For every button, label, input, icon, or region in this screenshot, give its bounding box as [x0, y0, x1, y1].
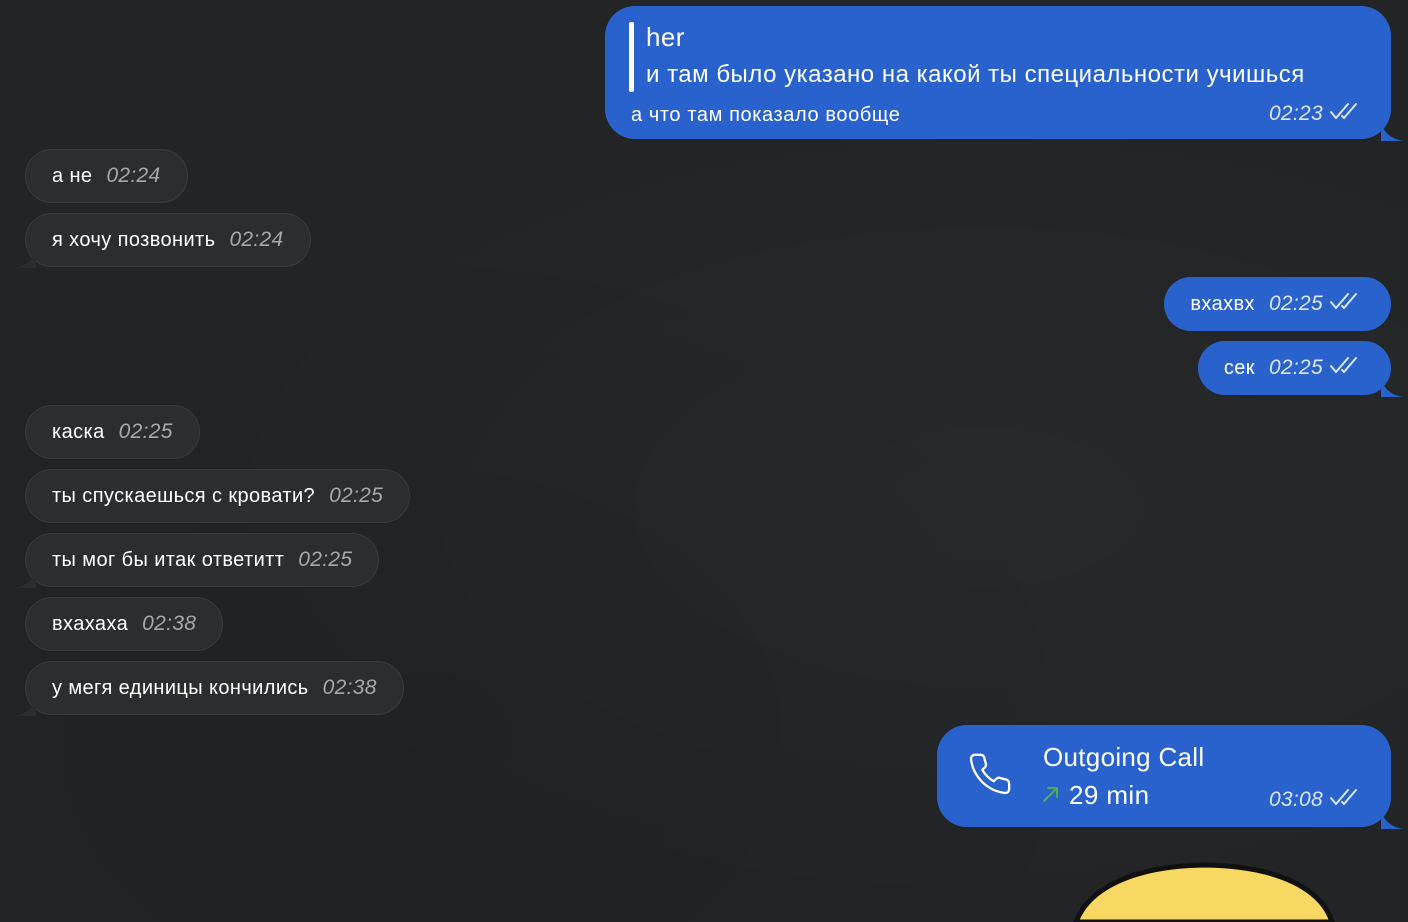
incoming-message[interactable]: а не 02:24 [25, 149, 188, 203]
message-text: ты спускаешься с кровати? [52, 484, 316, 507]
bubble-tail [1381, 123, 1403, 141]
double-check-icon [1329, 291, 1361, 317]
message-time: 02:24 [229, 228, 284, 251]
message-text: ты мог бы итак ответитт [52, 548, 285, 571]
bubble-tail [1381, 811, 1403, 829]
message-time: 02:25 [118, 420, 173, 443]
message-text: сек [1223, 356, 1255, 379]
message-text: вхахвх [1190, 292, 1255, 315]
message-text: а не [52, 164, 93, 187]
message-text: вхахаха [52, 612, 129, 635]
reply-quoted-text[interactable]: и там было указано на какой ты специальн… [646, 61, 1305, 89]
message-meta: 02:23 [1269, 101, 1361, 127]
bubble-tail [14, 250, 36, 268]
outgoing-arrow-icon [1041, 780, 1061, 811]
sticker-image[interactable] [1070, 860, 1340, 922]
message-meta: 03:08 [1269, 787, 1361, 813]
incoming-message[interactable]: ты спускаешься с кровати? 02:25 [25, 469, 411, 523]
bubble-tail [1381, 379, 1403, 397]
message-time: 02:25 [1268, 356, 1323, 379]
message-text: а что там показало вообще [631, 104, 901, 126]
outgoing-call-message[interactable]: Outgoing Call 29 min 03:08 [937, 725, 1403, 829]
phone-icon[interactable] [967, 751, 1013, 803]
incoming-message[interactable]: вхахаха 02:38 [25, 597, 224, 651]
double-check-icon [1329, 101, 1361, 127]
double-check-icon [1329, 355, 1361, 381]
message-time: 02:25 [298, 548, 353, 571]
incoming-message[interactable]: я хочу позвонить 02:24 [14, 213, 311, 268]
message-time: 02:38 [142, 612, 197, 635]
message-text: у мегя единицы кончились [52, 676, 309, 699]
message-time: 02:23 [1268, 102, 1323, 125]
message-time: 02:24 [106, 164, 161, 187]
incoming-message[interactable]: ты мог бы итак ответитт 02:25 [14, 533, 380, 588]
bubble-tail [14, 570, 36, 588]
message-text: я хочу позвонить [52, 228, 216, 251]
message-text: каска [52, 420, 105, 443]
message-time: 02:38 [322, 676, 377, 699]
incoming-message[interactable]: каска 02:25 [25, 405, 200, 459]
message-time: 02:25 [1268, 292, 1323, 315]
call-duration-row: 29 min [1041, 780, 1149, 811]
outgoing-reply-message[interactable]: her и там было указано на какой ты специ… [605, 6, 1403, 141]
bubble-tail [14, 698, 36, 716]
outgoing-message[interactable]: сек 02:25 [1197, 341, 1403, 397]
outgoing-message[interactable]: вхахвх 02:25 [1164, 277, 1391, 331]
call-duration: 29 min [1069, 780, 1150, 810]
call-title: Outgoing Call [1043, 742, 1205, 772]
message-time: 03:08 [1268, 788, 1323, 811]
incoming-message[interactable]: у мегя единицы кончились 02:38 [14, 661, 404, 716]
message-time: 02:25 [329, 484, 384, 507]
reply-quote-bar [629, 22, 634, 92]
reply-quoted-name[interactable]: her [646, 22, 685, 53]
double-check-icon [1329, 787, 1361, 813]
